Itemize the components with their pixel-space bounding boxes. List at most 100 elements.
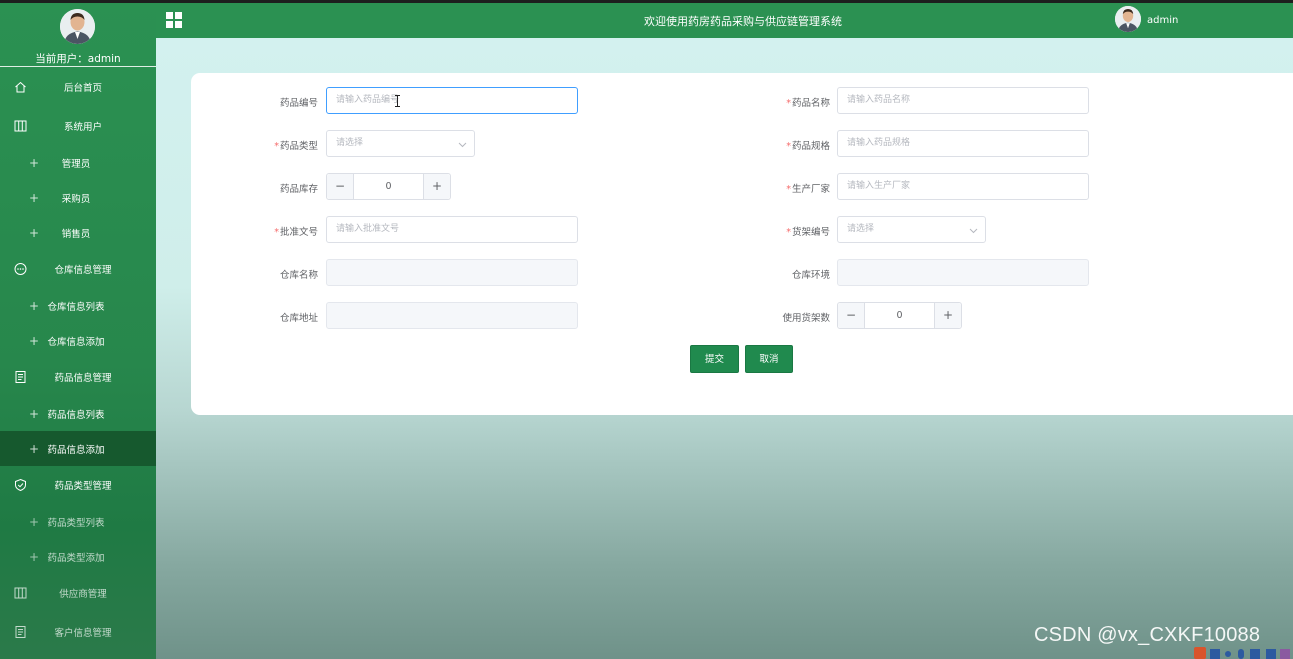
- sidebar-item-14[interactable]: 供应商管理: [0, 574, 156, 612]
- shelves-value[interactable]: 0: [865, 303, 934, 328]
- cancel-button[interactable]: 取消: [745, 345, 793, 373]
- shield-check-icon: [14, 478, 27, 492]
- current-user-text: 当前用户：admin: [0, 51, 156, 66]
- sidebar-item-1[interactable]: 系统用户: [0, 107, 156, 145]
- drug-name-input[interactable]: 请输入药品名称: [837, 87, 1089, 114]
- sidebar-item-3[interactable]: + 采购员: [0, 180, 156, 215]
- drug-code-placeholder: 请输入药品编号: [336, 95, 400, 105]
- sidebar-item-5[interactable]: 仓库信息管理: [0, 250, 156, 288]
- drug-stock-label: 药品库存: [279, 184, 318, 195]
- header-username[interactable]: admin: [1147, 15, 1178, 26]
- warehouse-addr-input: [326, 302, 578, 329]
- text-cursor-icon: [395, 95, 400, 107]
- sidebar-item-2[interactable]: + 管理员: [0, 145, 156, 180]
- required-mark: *: [274, 227, 279, 238]
- drug-code-input[interactable]: 请输入药品编号: [326, 87, 578, 114]
- chat-dots-icon: [14, 263, 27, 276]
- sidebar-item-label: 系统用户: [63, 122, 102, 133]
- manufacturer-label: *生产厂家: [786, 184, 830, 195]
- avatar-image: [60, 9, 95, 44]
- document-icon: [14, 371, 27, 384]
- sidebar-item-15[interactable]: 客户信息管理: [0, 612, 156, 651]
- sidebar-item-11[interactable]: 药品类型管理: [0, 466, 156, 504]
- sidebar-item-label: 药品类型添加: [47, 552, 105, 564]
- csdn-watermark: CSDN @vx_CXKF10088: [1034, 624, 1261, 646]
- sidebar-item-label: 药品类型管理: [54, 481, 112, 492]
- sidebar-item-12[interactable]: + 药品类型列表: [0, 504, 156, 539]
- sidebar-menu: 后台首页 系统用户 + 管理员 + 采购员 + 销售员 仓库信息管理 + 仓库信息列表 + 仓库信息添加…: [0, 67, 156, 651]
- required-mark: *: [786, 184, 791, 195]
- sidebar-item-13[interactable]: + 药品类型添加: [0, 539, 156, 574]
- drug-spec-input[interactable]: 请输入药品规格: [837, 130, 1089, 157]
- plus-icon: +: [29, 190, 40, 205]
- sidebar-item-label: 采购员: [61, 193, 91, 205]
- sidebar-item-label: 药品信息列表: [47, 409, 105, 421]
- drug-type-label: *药品类型: [274, 141, 318, 152]
- sidebar-item-0[interactable]: 后台首页: [0, 67, 156, 107]
- plus-icon: +: [29, 225, 40, 240]
- sidebar-item-label: 供应商管理: [59, 589, 107, 600]
- sidebar-item-label: 仓库信息管理: [54, 265, 112, 276]
- shelf-no-select[interactable]: 请选择: [837, 216, 986, 243]
- punctuation-icon: [1225, 651, 1231, 657]
- warehouse-addr-label: 仓库地址: [279, 313, 318, 324]
- sidebar-item-label: 仓库信息列表: [47, 301, 105, 313]
- sidebar-item-4[interactable]: + 销售员: [0, 215, 156, 250]
- manufacturer-input[interactable]: 请输入生产厂家: [837, 173, 1089, 200]
- header: 欢迎使用药房药品采购与供应链管理系统 admin: [156, 3, 1293, 38]
- drug-stock-stepper[interactable]: − 0 +: [326, 173, 451, 200]
- sidebar-item-label: 药品信息管理: [54, 373, 112, 384]
- skin-icon: [1266, 649, 1276, 659]
- required-mark: *: [786, 98, 791, 109]
- sidebar-item-label: 管理员: [61, 158, 91, 170]
- sidebar-item-label: 仓库信息添加: [47, 336, 105, 348]
- plus-icon: +: [29, 298, 40, 313]
- drug-type-select[interactable]: 请选择: [326, 130, 475, 157]
- shelf-no-label: *货架编号: [786, 227, 830, 238]
- current-user-name: admin: [87, 53, 121, 65]
- stock-increment-button[interactable]: +: [423, 174, 450, 199]
- current-user-label: 当前用户：: [35, 53, 88, 65]
- sidebar-item-label: 药品信息添加: [47, 444, 105, 456]
- required-mark: *: [786, 141, 791, 152]
- keyboard-icon: [1250, 649, 1260, 659]
- sidebar-item-9[interactable]: + 药品信息列表: [0, 396, 156, 431]
- sidebar-item-label: 客户信息管理: [54, 627, 112, 639]
- drug-add-form: 药品编号 请输入药品编号 *药品名称 请输入药品名称 *药品类型 请选择 *药品…: [191, 73, 1293, 415]
- shelves-increment-button[interactable]: +: [934, 303, 961, 328]
- app-title: 欢迎使用药房药品采购与供应链管理系统: [644, 15, 842, 28]
- document-icon: [14, 625, 27, 638]
- stock-decrement-button[interactable]: −: [327, 174, 354, 199]
- sidebar-item-label: 药品类型列表: [47, 517, 105, 529]
- shelves-used-stepper[interactable]: − 0 +: [837, 302, 962, 329]
- sidebar-item-8[interactable]: 药品信息管理: [0, 358, 156, 396]
- avatar[interactable]: [60, 9, 95, 44]
- shelves-decrement-button[interactable]: −: [838, 303, 865, 328]
- sogou-ime-icon: [1194, 647, 1206, 659]
- submit-button[interactable]: 提交: [690, 345, 739, 373]
- warehouse-env-label: 仓库环境: [791, 270, 830, 281]
- required-mark: *: [274, 141, 279, 152]
- toolbox-icon: [1280, 649, 1290, 659]
- sidebar-item-10[interactable]: + 药品信息添加: [0, 431, 156, 466]
- warehouse-name-input: [326, 259, 578, 286]
- columns-icon: [14, 120, 27, 133]
- header-avatar[interactable]: [1115, 6, 1141, 32]
- approval-no-label: *批准文号: [274, 227, 318, 238]
- approval-no-input[interactable]: 请输入批准文号: [326, 216, 578, 243]
- sidebar: 当前用户：admin 后台首页 系统用户 + 管理员 + 采购员 + 销售员 仓库信息管理 + 仓库…: [0, 3, 156, 659]
- drug-spec-label: *药品规格: [786, 141, 830, 152]
- sidebar-item-7[interactable]: + 仓库信息添加: [0, 323, 156, 358]
- chevron-down-icon: [458, 140, 467, 149]
- plus-icon: +: [29, 441, 40, 456]
- stock-value[interactable]: 0: [354, 174, 423, 199]
- sidebar-item-label: 后台首页: [63, 83, 102, 94]
- sidebar-item-label: 销售员: [61, 228, 91, 240]
- required-mark: *: [786, 227, 791, 238]
- header-avatar-image: [1115, 6, 1141, 32]
- sidebar-user-block: 当前用户：admin: [0, 3, 156, 67]
- drug-code-label: 药品编号: [279, 98, 318, 109]
- sidebar-item-6[interactable]: + 仓库信息列表: [0, 288, 156, 323]
- grid-menu-icon[interactable]: [166, 12, 182, 28]
- shelves-used-label: 使用货架数: [782, 313, 830, 324]
